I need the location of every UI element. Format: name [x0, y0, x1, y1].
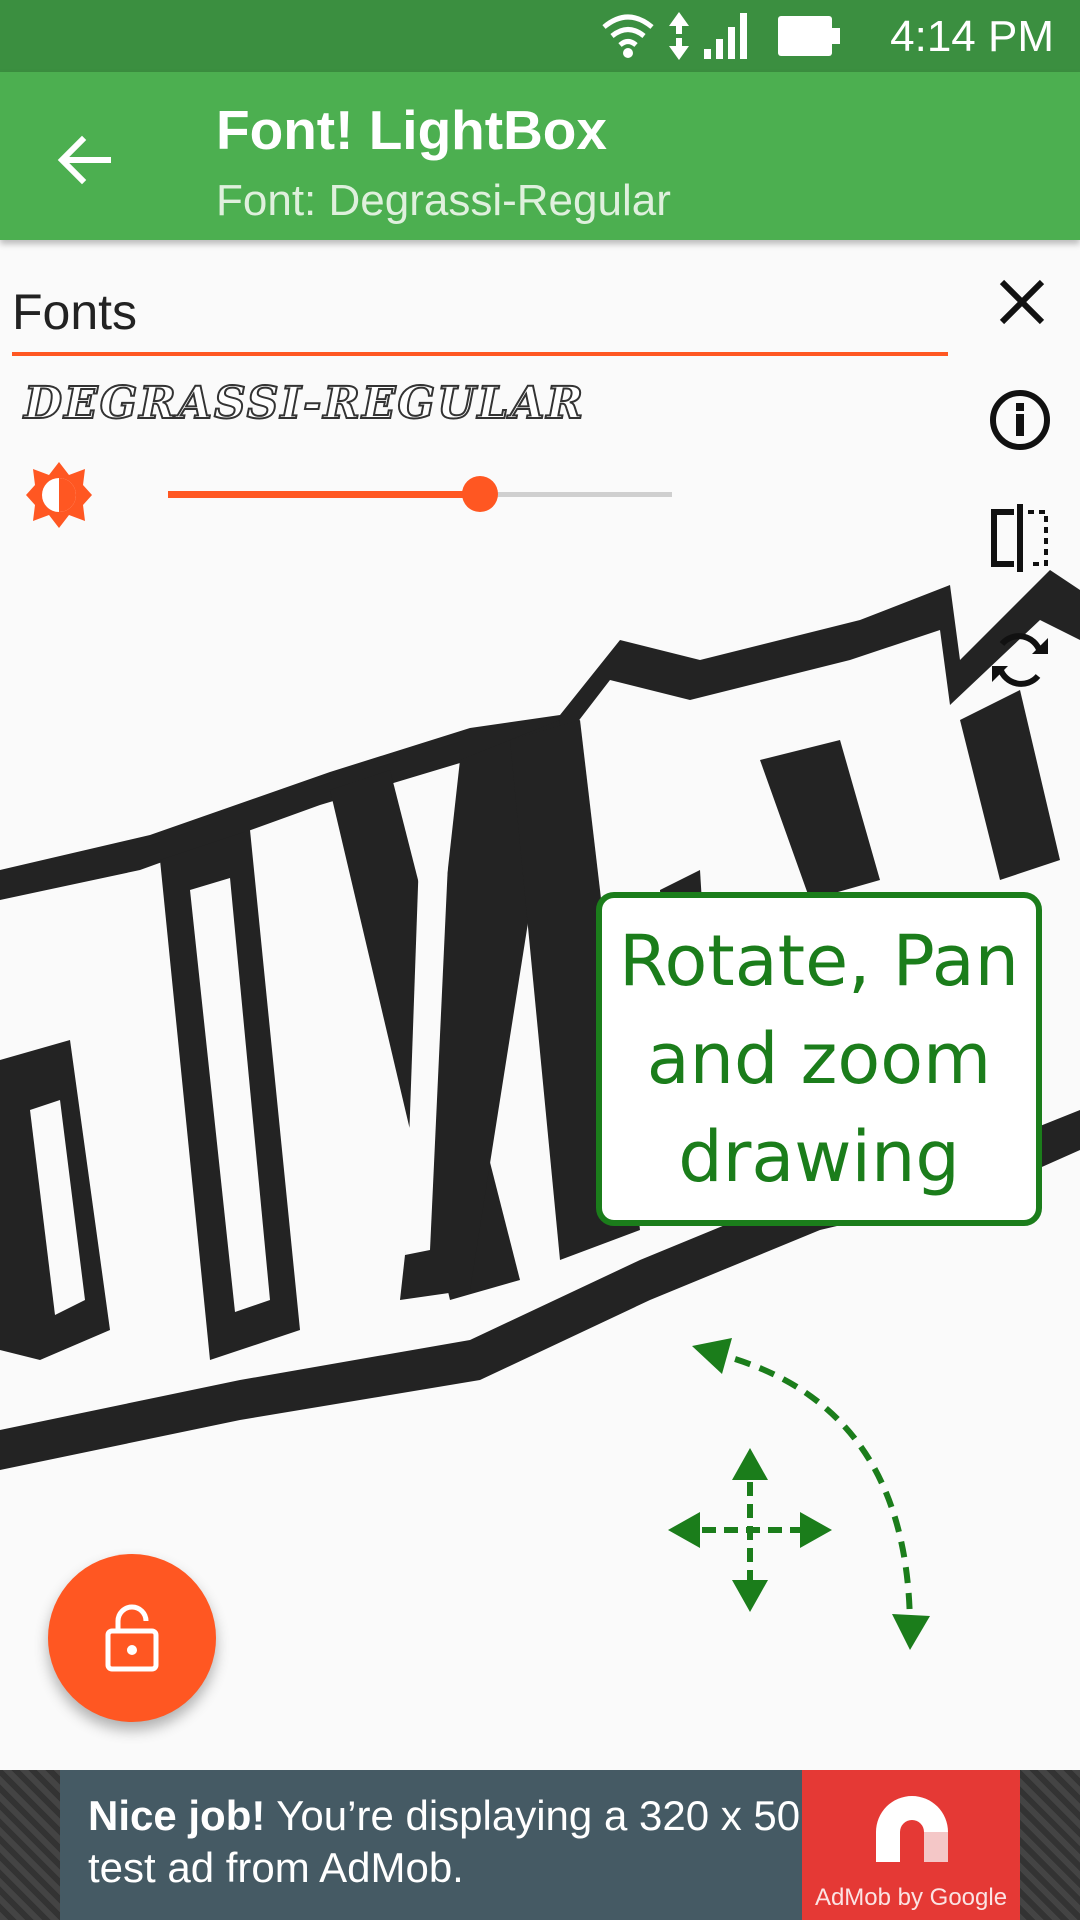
tip-line: and zoom [646, 1018, 992, 1100]
admob-logo-icon [876, 1796, 948, 1862]
brightness-icon[interactable] [24, 460, 94, 530]
signal-icon [704, 13, 747, 59]
font-preview-label: DEGRASSI-REGULAR [23, 377, 586, 430]
data-arrows-icon [669, 12, 689, 60]
ad-banner-area: Nice job! You’re displaying a 320 x 50 t… [0, 1770, 1080, 1920]
slider-fill [168, 491, 481, 498]
admob-logo: AdMob by Google [802, 1770, 1020, 1920]
brightness-slider[interactable] [168, 474, 672, 514]
rotate-arc-icon [692, 1338, 930, 1650]
lock-open-icon [105, 1604, 159, 1672]
arrow-back-icon[interactable] [48, 124, 120, 196]
tip-line: Rotate, Pan [618, 920, 1019, 1002]
flip-icon[interactable] [984, 502, 1056, 574]
tip-line: drawing [678, 1116, 960, 1198]
info-icon[interactable] [984, 384, 1056, 456]
battery-icon [778, 16, 840, 56]
rotate-icon[interactable] [984, 624, 1056, 696]
slider-thumb[interactable] [462, 476, 499, 512]
ad-text: Nice job! You’re displaying a 320 x 50 t… [88, 1790, 848, 1894]
wifi-icon [602, 14, 654, 58]
app-bar: Font! LightBox Font: Degrassi-Regular [0, 72, 1080, 240]
font-search-input[interactable] [12, 272, 948, 356]
status-icons [602, 10, 840, 62]
status-bar: 4:14 PM [0, 0, 1080, 72]
tip-box: Rotate, Pan and zoom drawing [596, 892, 1042, 1226]
pan-arrows-icon [668, 1448, 832, 1612]
app-subtitle: Font: Degrassi-Regular [216, 176, 671, 225]
close-icon[interactable] [990, 270, 1054, 334]
ad-logo-caption: AdMob by Google [814, 1884, 1008, 1911]
gesture-hint-icons [668, 1338, 930, 1650]
status-time: 4:14 PM [890, 12, 1054, 61]
ad-banner[interactable]: Nice job! You’re displaying a 320 x 50 t… [60, 1770, 1020, 1920]
ad-headline: Nice job! [88, 1792, 266, 1839]
app-title: Font! LightBox [216, 99, 607, 161]
lock-fab-button[interactable] [48, 1554, 216, 1722]
